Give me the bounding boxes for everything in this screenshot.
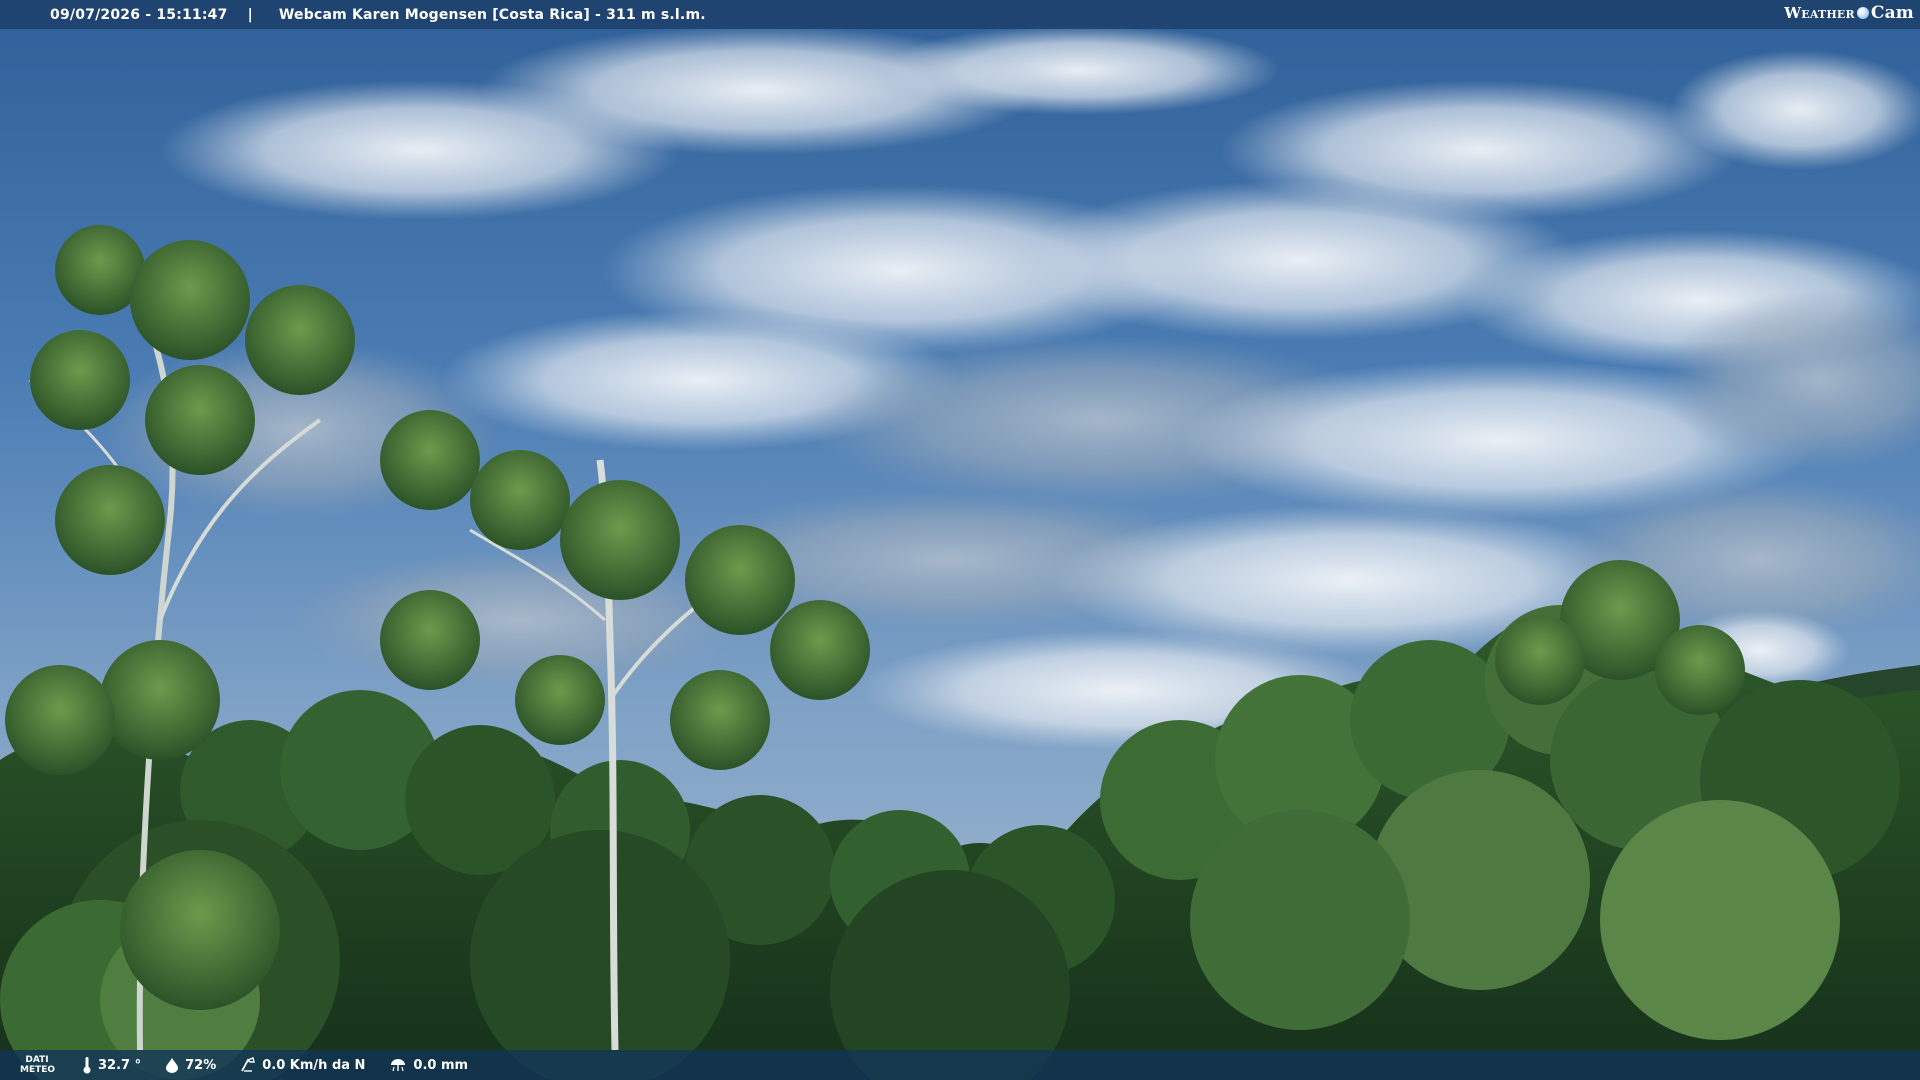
droplet-icon xyxy=(166,1058,179,1073)
wind-reading: 0.0 Km/h da N xyxy=(240,1057,365,1073)
humidity-value: 72% xyxy=(185,1057,217,1073)
meteo-label-line2: METEO xyxy=(20,1065,56,1075)
temperature-value: 32.7 ° xyxy=(98,1057,142,1073)
temperature-reading: 32.7 ° xyxy=(82,1056,141,1074)
rain-icon xyxy=(391,1059,406,1072)
webcam-frame: 09/07/2026 - 15:11:47 | Webcam Karen Mog… xyxy=(0,0,1920,1080)
thermometer-icon xyxy=(83,1057,91,1074)
webcam-title: Webcam Karen Mogensen [Costa Rica] - 311… xyxy=(278,6,706,23)
rain-value: 0.0 mm xyxy=(413,1057,469,1073)
meteo-label: DATI METEO xyxy=(20,1055,56,1075)
webcam-image xyxy=(0,0,1920,1080)
logo-text-left: Weather xyxy=(1784,4,1855,22)
rain-reading: 0.0 mm xyxy=(389,1057,468,1073)
meteo-label-line1: DATI xyxy=(25,1055,49,1065)
meteo-bar: DATI METEO 32.7 ° 72% 0.0 Km/h da N 0.0 … xyxy=(0,1050,1920,1080)
timestamp: 09/07/2026 - 15:11:47 xyxy=(50,6,228,23)
wind-icon xyxy=(241,1057,256,1072)
weathercam-logo: Weather Cam xyxy=(1784,3,1914,23)
humidity-reading: 72% xyxy=(165,1057,216,1073)
separator: | xyxy=(247,6,253,23)
wind-value: 0.0 Km/h da N xyxy=(262,1057,366,1073)
info-bar: 09/07/2026 - 15:11:47 | Webcam Karen Mog… xyxy=(0,0,1920,29)
logo-globe-icon xyxy=(1856,7,1869,19)
logo-text-right: Cam xyxy=(1870,3,1914,23)
